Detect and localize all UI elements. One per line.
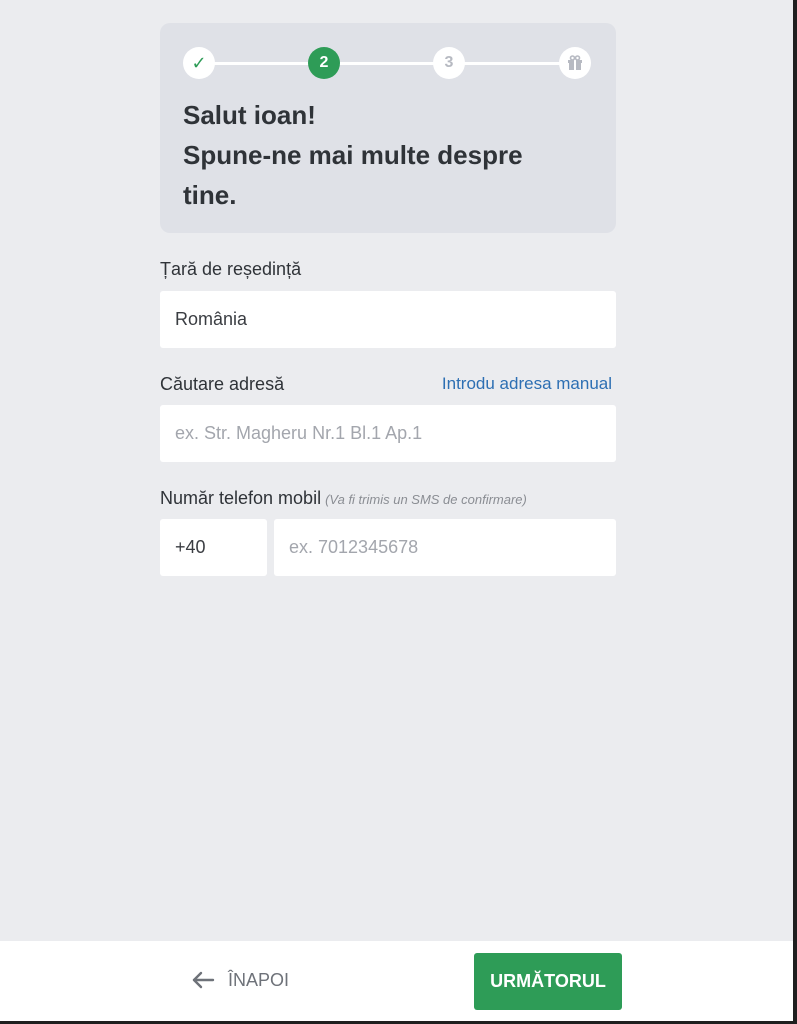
phone-number-input[interactable]: ex. 7012345678 [274, 519, 616, 576]
phone-label-text: Număr telefon mobil [160, 488, 322, 508]
step-3-upcoming: 3 [433, 47, 465, 79]
stepper-line [199, 62, 577, 65]
next-button[interactable]: URMĂTORUL [474, 953, 622, 1010]
gift-icon [568, 55, 582, 70]
address-search-label: Căutare adresă [160, 374, 285, 394]
phone-placeholder: ex. 7012345678 [289, 537, 419, 557]
arrow-left-icon [192, 971, 215, 989]
phone-prefix-select[interactable]: +40 [160, 519, 267, 576]
country-select[interactable]: România [160, 291, 616, 348]
screen: ✓ 2 3 Salut ioan! Spune-ne mai multe des [0, 0, 793, 1021]
greeting-title: Salut ioan! Spune-ne mai multe despre ti… [183, 95, 583, 215]
back-button[interactable]: ÎNAPOI [190, 967, 289, 993]
phone-sms-hint: (Va fi trimis un SMS de confirmare) [325, 492, 527, 507]
greeting-line-1: Salut ioan! [183, 100, 316, 130]
greeting-line-2: Spune-ne mai multe despre tine. [183, 140, 523, 210]
address-placeholder: ex. Str. Magheru Nr.1 Bl.1 Ap.1 [175, 423, 423, 443]
next-button-label: URMĂTORUL [490, 971, 606, 991]
step-number: 2 [319, 54, 329, 71]
step-2-current: 2 [308, 47, 340, 79]
manual-address-link[interactable]: Introdu adresa manual [442, 374, 612, 394]
step-number: 3 [444, 54, 454, 71]
phone-prefix-value: +40 [175, 537, 206, 557]
onboarding-header-card: ✓ 2 3 Salut ioan! Spune-ne mai multe des [160, 23, 616, 233]
step-1-completed: ✓ [183, 47, 215, 79]
checkmark-icon: ✓ [191, 52, 207, 73]
country-value: România [175, 309, 248, 329]
back-button-label: ÎNAPOI [228, 969, 290, 990]
address-search-input[interactable]: ex. Str. Magheru Nr.1 Bl.1 Ap.1 [160, 405, 616, 462]
phone-label: Număr telefon mobil (Va fi trimis un SMS … [160, 488, 527, 509]
progress-stepper: ✓ 2 3 [183, 47, 593, 79]
footer-bar: ÎNAPOI URMĂTORUL [0, 941, 793, 1021]
step-4-reward [559, 47, 591, 79]
country-label: Țară de reședință [160, 259, 302, 279]
